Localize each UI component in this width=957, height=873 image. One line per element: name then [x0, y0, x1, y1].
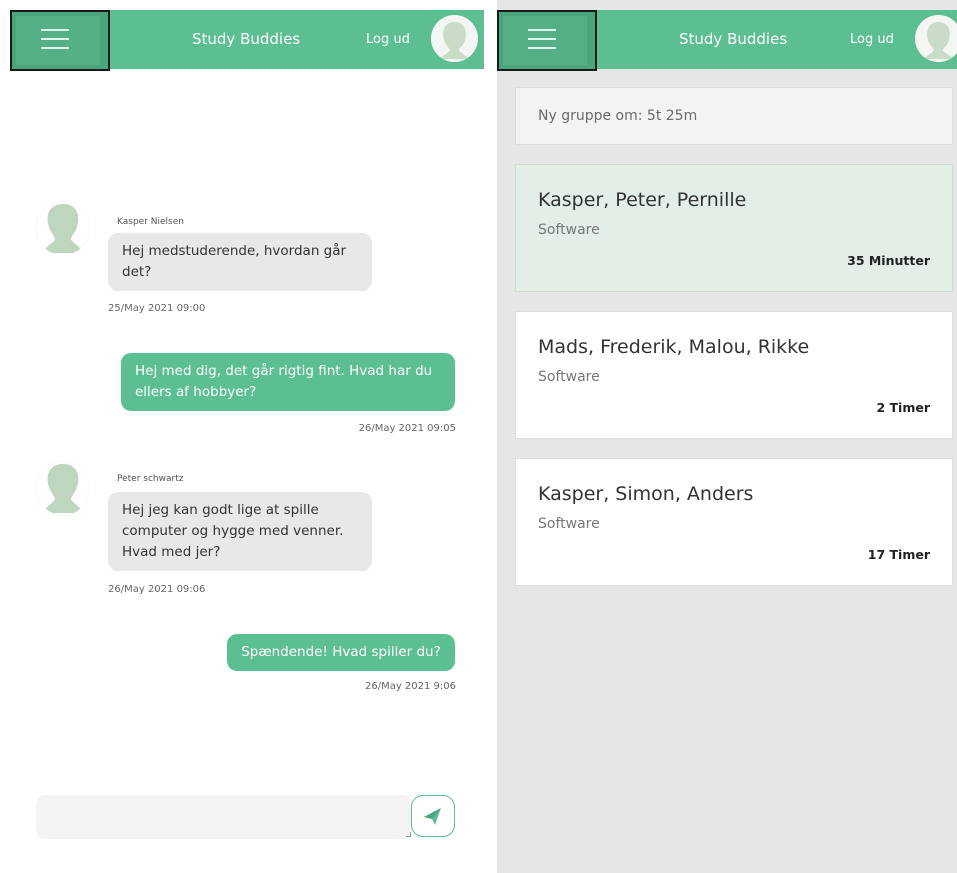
logout-link[interactable]: Log ud: [850, 32, 894, 47]
menu-button[interactable]: [10, 10, 110, 71]
message-time: 26/May 2021 9:06: [364, 681, 456, 692]
message-time: 26/May 2021 09:05: [358, 423, 456, 434]
user-avatar-icon[interactable]: [915, 15, 957, 62]
top-bar: Study Buddies Log ud: [10, 10, 484, 71]
paper-plane-icon: [424, 808, 441, 825]
group-duration: 2 Timer: [876, 400, 930, 415]
menu-button[interactable]: [497, 10, 597, 71]
group-duration: 17 Timer: [867, 547, 930, 562]
message-input[interactable]: [36, 795, 413, 839]
group-members: Kasper, Simon, Anders: [538, 483, 754, 505]
group-card[interactable]: Kasper, Peter, Pernille Software 35 Minu…: [515, 164, 953, 292]
logout-link[interactable]: Log ud: [366, 32, 410, 47]
message-bubble-incoming: Hej medstuderende, hvordan går det?: [108, 233, 372, 291]
groups-screen: Study Buddies Log ud Ny gruppe om: 5t 25…: [497, 0, 957, 873]
app-title: Study Buddies: [679, 30, 788, 48]
group-members: Mads, Frederik, Malou, Rikke: [538, 336, 810, 358]
group-members: Kasper, Peter, Pernille: [538, 189, 747, 211]
group-subject: Software: [538, 369, 600, 385]
hamburger-menu-icon: [528, 29, 556, 31]
sender-name: Peter schwartz: [117, 474, 184, 484]
message-bubble-incoming: Hej jeg kan godt lige at spille computer…: [108, 492, 372, 571]
chat-screen: Study Buddies Log ud Kasper Nielsen Hej …: [0, 0, 484, 873]
message-time: 26/May 2021 09:06: [108, 584, 206, 595]
sender-name: Kasper Nielsen: [117, 217, 184, 227]
message-bubble-outgoing: Hej med dig, det går rigtig fint. Hvad h…: [121, 353, 455, 411]
sender-avatar-icon: [36, 201, 90, 255]
hamburger-menu-icon: [41, 29, 69, 31]
message-bubble-outgoing: Spændende! Hvad spiller du?: [227, 634, 455, 671]
sender-avatar-icon: [36, 461, 90, 515]
resize-handle[interactable]: [406, 832, 411, 837]
top-bar: Study Buddies Log ud: [497, 10, 957, 71]
group-subject: Software: [538, 222, 600, 238]
next-group-countdown: Ny gruppe om: 5t 25m: [515, 87, 953, 145]
user-avatar-icon[interactable]: [431, 15, 478, 62]
group-duration: 35 Minutter: [847, 253, 930, 268]
group-card[interactable]: Kasper, Simon, Anders Software 17 Timer: [515, 458, 953, 586]
send-button[interactable]: [411, 795, 455, 837]
message-time: 25/May 2021 09:00: [108, 303, 206, 314]
group-subject: Software: [538, 516, 600, 532]
app-title: Study Buddies: [192, 30, 301, 48]
group-card[interactable]: Mads, Frederik, Malou, Rikke Software 2 …: [515, 311, 953, 439]
